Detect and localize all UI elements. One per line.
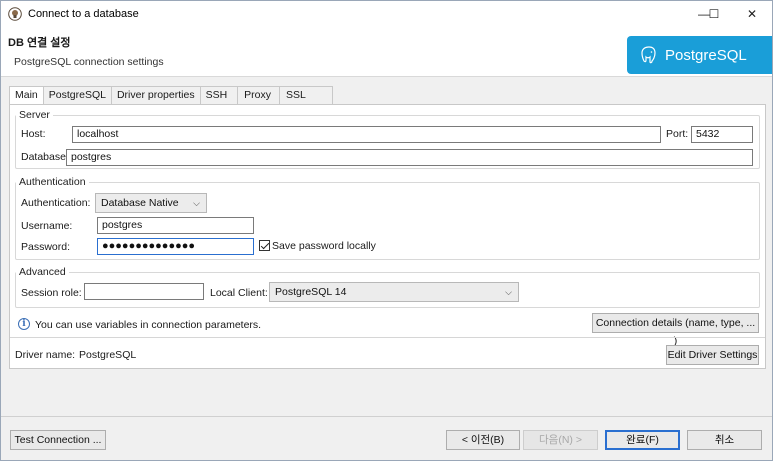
dbeaver-beaver-icon (8, 7, 22, 21)
local-client-label: Local Client: (210, 287, 268, 299)
username-input[interactable]: postgres (97, 217, 254, 234)
port-label: Port: (666, 128, 689, 140)
authentication-select[interactable]: Database Native ⌵ (95, 193, 207, 213)
window-title: Connect to a database (28, 8, 139, 20)
edit-driver-settings-button[interactable]: Edit Driver Settings (666, 345, 759, 365)
authentication-legend: Authentication (19, 176, 86, 188)
chevron-down-icon: ⌵ (193, 198, 200, 208)
local-client-select-value: PostgreSQL 14 (275, 286, 347, 298)
authentication-label: Authentication: (21, 197, 91, 209)
database-label: Database: (21, 151, 69, 163)
postgresql-elephant-icon (641, 46, 656, 64)
finish-button[interactable]: 완료(F) (605, 430, 680, 450)
dialog-header: DB 연결 설정 PostgreSQL connection settings … (1, 27, 772, 77)
close-icon: ✕ (746, 7, 758, 21)
connect-dialog: Connect to a database — ☐ ✕ DB 연결 설정 Pos… (0, 0, 773, 461)
driver-name-value: PostgreSQL (79, 349, 137, 361)
host-label: Host: (21, 128, 46, 140)
maximize-icon: ☐ (708, 7, 720, 21)
info-text: You can use variables in connection para… (35, 319, 262, 331)
tab-ssh[interactable]: SSH (199, 86, 239, 104)
postgresql-logo: PostgreSQL (627, 36, 772, 74)
title-bar: Connect to a database — ☐ ✕ (1, 1, 772, 27)
tab-main[interactable]: Main (9, 86, 44, 105)
next-button[interactable]: 다음(N) > (523, 430, 598, 450)
page-subtitle: PostgreSQL connection settings (14, 56, 164, 68)
logo-text: PostgreSQL (665, 46, 747, 64)
main-tab-panel: Server Host: localhost Port: 5432 Databa… (9, 104, 766, 369)
port-input[interactable]: 5432 (691, 126, 753, 143)
info-icon: i (18, 318, 30, 330)
password-input[interactable]: ●●●●●●●●●●●●●● (97, 238, 254, 255)
save-password-label: Save password locally (272, 240, 376, 252)
back-button[interactable]: < 이전(B) (446, 430, 520, 450)
maximize-button[interactable]: ☐ (694, 1, 734, 27)
tab-ssl[interactable]: SSL (279, 86, 333, 104)
authentication-select-value: Database Native (101, 197, 179, 209)
chevron-down-icon: ⌵ (505, 287, 512, 297)
password-label: Password: (21, 241, 71, 253)
username-label: Username: (21, 220, 73, 232)
session-role-label: Session role: (21, 287, 82, 299)
local-client-select[interactable]: PostgreSQL 14 ⌵ (269, 282, 519, 302)
tab-bar: Main PostgreSQL Driver properties SSH Pr… (9, 86, 333, 105)
divider (10, 337, 765, 338)
advanced-legend: Advanced (19, 266, 66, 278)
close-button[interactable]: ✕ (732, 1, 772, 27)
driver-name-label: Driver name: (15, 349, 76, 361)
cancel-button[interactable]: 취소 (687, 430, 762, 450)
dialog-footer: Test Connection ... < 이전(B) 다음(N) > 완료(F… (1, 416, 772, 460)
tab-proxy[interactable]: Proxy (237, 86, 281, 104)
database-input[interactable]: postgres (66, 149, 753, 166)
tab-driver-properties[interactable]: Driver properties (110, 86, 201, 104)
server-legend: Server (19, 109, 50, 121)
session-role-input[interactable] (84, 283, 204, 300)
test-connection-button[interactable]: Test Connection ... (10, 430, 106, 450)
host-input[interactable]: localhost (72, 126, 661, 143)
connection-details-button[interactable]: Connection details (name, type, ... ) (592, 313, 759, 347)
page-title: DB 연결 설정 (8, 37, 71, 49)
save-password-checkbox[interactable] (259, 240, 270, 251)
tab-postgresql[interactable]: PostgreSQL (42, 86, 112, 104)
